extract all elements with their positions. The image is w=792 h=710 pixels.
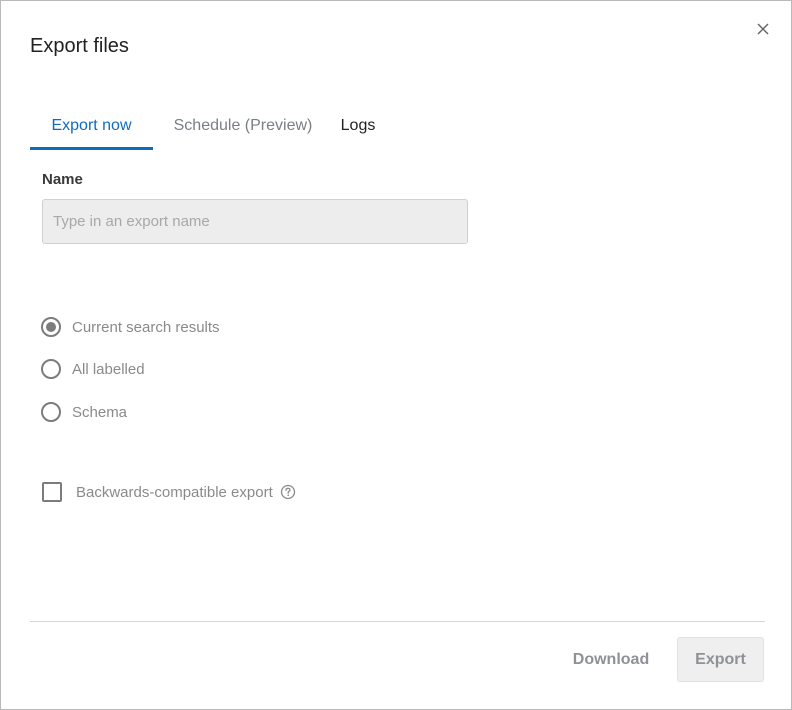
- tab-export-now[interactable]: Export now: [30, 113, 153, 150]
- close-icon: [757, 23, 769, 35]
- tab-schedule-preview[interactable]: Schedule (Preview): [153, 113, 333, 150]
- radio-button[interactable]: [41, 402, 61, 422]
- close-button[interactable]: [753, 19, 773, 39]
- export-files-dialog: Export files Export now Schedule (Previe…: [0, 0, 792, 710]
- tab-logs[interactable]: Logs: [333, 113, 383, 150]
- radio-label: Schema: [72, 403, 128, 421]
- radio-selected-dot: [46, 322, 56, 332]
- radio-label: Current search results: [72, 318, 220, 336]
- radio-current-search-results[interactable]: Current search results: [41, 315, 220, 339]
- dialog-title: Export files: [30, 35, 129, 57]
- radio-button[interactable]: [41, 359, 61, 379]
- backwards-compatible-checkbox[interactable]: [42, 482, 62, 502]
- export-button[interactable]: Export: [677, 637, 764, 682]
- help-circle-icon[interactable]: [280, 484, 296, 500]
- export-name-input[interactable]: [42, 199, 468, 244]
- radio-button-selected[interactable]: [41, 317, 61, 337]
- radio-schema[interactable]: Schema: [41, 400, 127, 424]
- radio-label: All labelled: [72, 360, 145, 378]
- name-label: Name: [42, 171, 83, 188]
- backwards-compatible-label: Backwards-compatible export: [76, 483, 273, 501]
- tab-bar: Export now Schedule (Preview) Logs: [30, 113, 383, 150]
- footer-divider: [30, 621, 765, 622]
- download-button[interactable]: Download: [561, 637, 661, 682]
- backwards-compatible-row: Backwards-compatible export: [42, 480, 296, 504]
- radio-all-labelled[interactable]: All labelled: [41, 357, 145, 381]
